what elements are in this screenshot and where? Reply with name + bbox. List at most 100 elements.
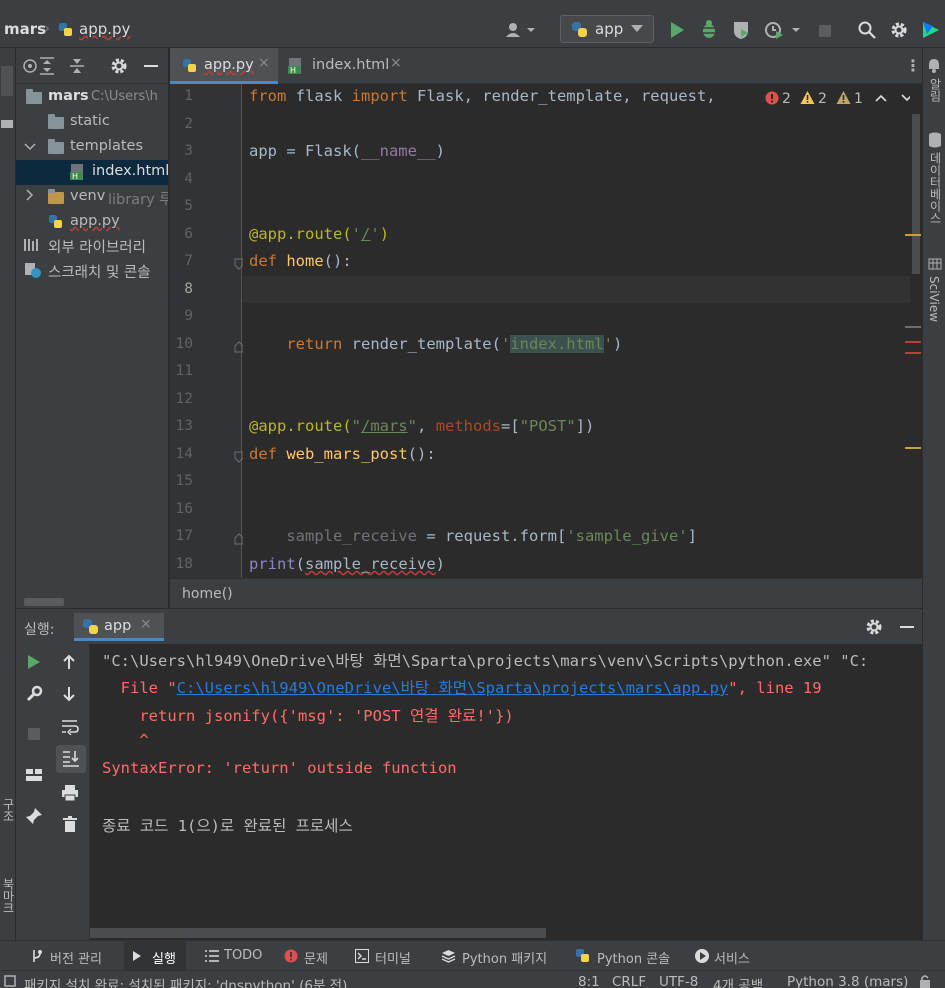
print-icon[interactable] (61, 784, 79, 802)
horizontal-scrollbar[interactable] (24, 598, 64, 606)
tree-item-static[interactable]: static (16, 110, 168, 135)
status-interpreter[interactable]: Python 3.8 (mars) (787, 974, 908, 988)
stop-icon[interactable] (818, 24, 832, 38)
python-icon (82, 618, 99, 635)
warning-marker[interactable] (905, 234, 921, 236)
jetbrains-logo-icon[interactable] (921, 20, 941, 40)
lock-icon[interactable] (918, 974, 932, 988)
warning-icon (800, 90, 815, 105)
tree-item-label: mars (48, 88, 89, 104)
gear-icon[interactable] (890, 21, 908, 39)
tab-index-html[interactable]: H index.html × (278, 48, 408, 84)
error-marker[interactable] (905, 352, 921, 354)
status-bar: 패키지 설치 완료: 설치된 패키지: 'dnspython' (6분 전) 8… (0, 970, 945, 988)
code-editor[interactable]: from flask import Flask, render_template… (243, 84, 922, 578)
run-panel-title: 실행: (24, 622, 55, 638)
previous-problem-icon[interactable] (875, 93, 887, 103)
tree-item-root[interactable]: mars C:\Users\h (16, 85, 168, 110)
console-file-link[interactable]: C:\Users\hl949\OneDrive\바탕 화면\Sparta\pro… (177, 679, 729, 697)
layout-icon[interactable] (25, 768, 43, 782)
scroll-up-icon[interactable] (62, 654, 76, 670)
project-tool-button[interactable] (1, 66, 13, 96)
warning-marker[interactable] (905, 447, 921, 449)
scroll-down-icon[interactable] (62, 686, 76, 702)
line-number: 16 (175, 501, 193, 517)
line-number: 1 (184, 88, 193, 104)
tool-tab-run[interactable]: 실행 (124, 941, 186, 970)
run-settings-gear-icon[interactable] (865, 618, 883, 636)
expand-all-icon[interactable] (38, 57, 56, 75)
error-marker[interactable] (905, 341, 921, 343)
sciview-tool-button[interactable]: SciView (927, 276, 941, 322)
code-line-10: return render_template('index.html') (286, 335, 623, 353)
more-tabs-icon[interactable]: ⋮ (905, 56, 921, 75)
status-line-separator[interactable]: CRLF (612, 974, 646, 988)
tree-item-external-libraries[interactable]: 외부 라이브러리 (16, 233, 168, 258)
vertical-scrollbar-thumb[interactable] (912, 114, 920, 274)
services-icon (694, 948, 710, 964)
notifications-tool-button[interactable]: 알림 (927, 78, 944, 102)
stop-icon[interactable] (27, 727, 41, 741)
editor-breadcrumb-bar: home() (170, 578, 922, 608)
breadcrumb-project[interactable]: mars (4, 20, 46, 38)
pin-icon[interactable] (25, 807, 43, 825)
console-error-message: SyntaxError: 'return' outside function (102, 759, 457, 777)
tree-item-label: static (70, 113, 110, 129)
collapse-all-icon[interactable] (68, 57, 86, 75)
status-message[interactable]: 패키지 설치 완료: 설치된 패키지: 'dnspython' (6분 전) (24, 974, 347, 988)
profile-icon[interactable] (764, 20, 804, 40)
line-number: 5 (184, 198, 193, 214)
database-icon (928, 132, 942, 148)
tree-item-app-py[interactable]: app.py (16, 210, 168, 235)
status-caret-position[interactable]: 8:1 (578, 974, 600, 988)
run-tab-app[interactable]: app × (74, 613, 164, 641)
soft-wrap-icon[interactable] (61, 719, 79, 735)
structure-tool-button[interactable]: 구조 (0, 798, 17, 822)
tree-item-scratches[interactable]: 스크래치 및 콘솔 (16, 258, 168, 283)
rerun-icon[interactable] (27, 654, 41, 670)
panel-gear-icon[interactable] (110, 57, 128, 75)
close-icon[interactable]: × (390, 55, 402, 71)
trash-icon[interactable] (63, 816, 77, 833)
inspection-widget[interactable]: 2 2 1 (763, 88, 922, 110)
minimize-icon[interactable] (144, 65, 158, 67)
minimize-icon[interactable] (900, 626, 914, 628)
list-icon (205, 950, 219, 962)
line-number: 4 (184, 171, 193, 187)
close-icon[interactable]: × (140, 616, 152, 632)
search-icon[interactable] (858, 21, 876, 39)
tree-item-templates[interactable]: templates (16, 135, 168, 160)
locate-icon[interactable] (22, 58, 38, 74)
bookmarks-tool-button[interactable]: 북마크 (0, 878, 17, 914)
status-encoding[interactable]: UTF-8 (659, 974, 698, 988)
status-indent[interactable]: 4개 공백 (713, 974, 763, 988)
run-console[interactable]: "C:\Users\hl949\OneDrive\바탕 화면\Sparta\pr… (90, 644, 922, 940)
close-icon[interactable]: × (258, 55, 270, 71)
breadcrumb-function[interactable]: home() (182, 586, 233, 602)
database-tool-button[interactable]: 데이터베이스 (927, 152, 944, 224)
coverage-icon[interactable] (732, 20, 750, 40)
line-number: 17 (175, 528, 193, 544)
run-config-selector[interactable]: app (560, 15, 654, 43)
tree-item-index-html[interactable]: H index.html (16, 160, 168, 185)
debug-icon[interactable] (700, 20, 718, 40)
tree-item-venv[interactable]: venv library 루 (16, 185, 169, 210)
svg-text:H: H (290, 66, 296, 75)
vcs-user-icon[interactable] (505, 22, 537, 38)
tree-item-note: library 루 (108, 192, 169, 208)
run-icon[interactable] (669, 21, 685, 39)
line-number: 6 (184, 226, 193, 242)
code-line-13: @app.route("/mars", methods=["POST"]) (249, 417, 595, 435)
scroll-to-end-button[interactable] (56, 745, 86, 773)
tab-app-py[interactable]: app.py × (170, 48, 278, 84)
chevron-down-icon[interactable] (24, 136, 36, 156)
sciview-icon (928, 258, 942, 270)
breadcrumb-file[interactable]: app.py (79, 20, 130, 38)
marker[interactable] (905, 326, 921, 328)
weak-warning-count: 1 (854, 91, 863, 107)
settings-wrench-icon[interactable] (25, 685, 43, 703)
editor-error-stripe[interactable] (905, 84, 922, 578)
tree-item-path: C:\Users\h (91, 89, 158, 104)
console-horizontal-scrollbar[interactable] (90, 928, 546, 938)
chevron-right-icon[interactable] (24, 186, 36, 206)
